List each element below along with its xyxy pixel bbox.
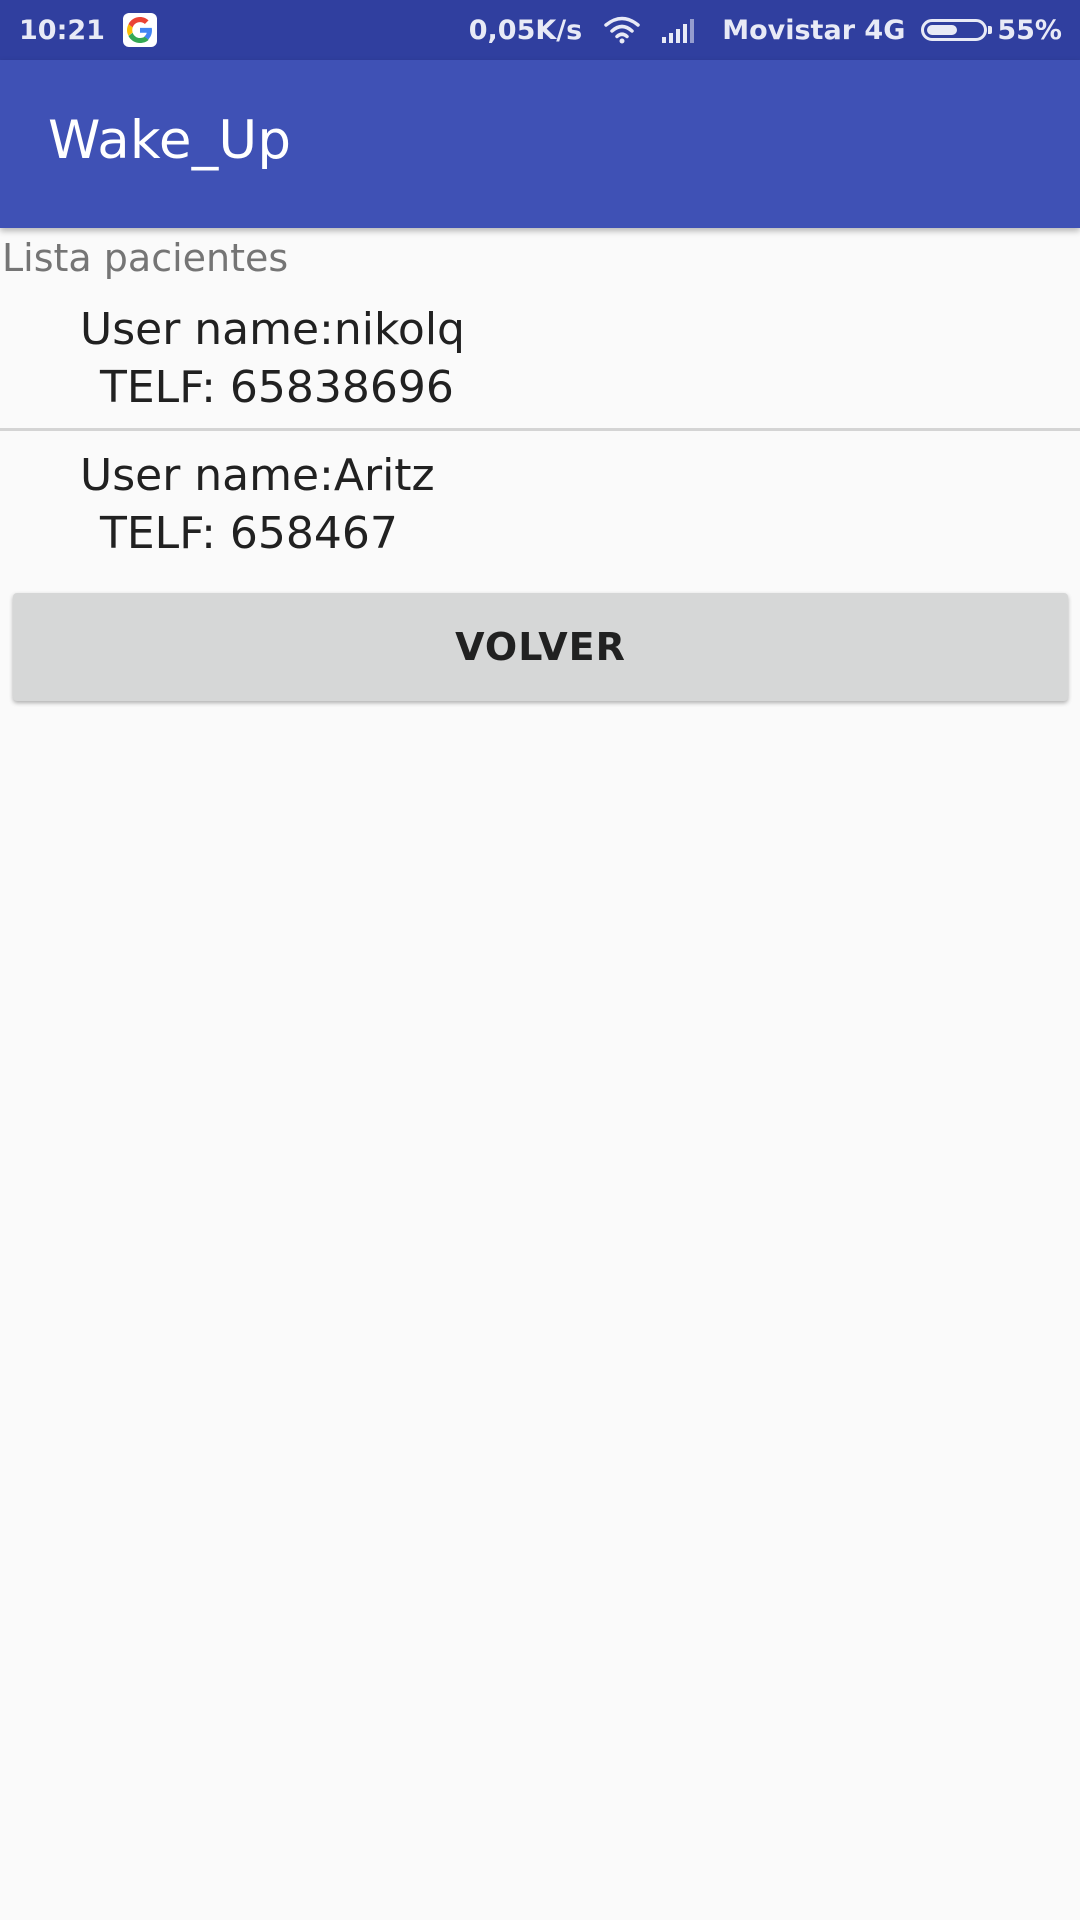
- status-time: 10:21: [19, 14, 105, 46]
- network-speed: 0,05K/s: [468, 14, 583, 46]
- wifi-icon: [604, 16, 640, 44]
- patient-phone: TELF: 65838696: [100, 362, 454, 413]
- app-title: Wake_Up: [48, 110, 292, 171]
- patient-username: User name:Aritz: [80, 450, 435, 501]
- battery-icon: [921, 19, 993, 41]
- list-caption: Lista pacientes: [2, 236, 289, 280]
- status-bar: 10:21 0,05K/s Movistar 4G 55%: [0, 0, 1080, 60]
- volver-button[interactable]: VOLVER: [13, 593, 1068, 701]
- battery-percent: 55%: [997, 14, 1062, 46]
- patient-phone: TELF: 658467: [100, 508, 398, 559]
- patient-username: User name:nikolq: [80, 304, 465, 355]
- list-divider: [0, 428, 1080, 431]
- signal-icon: [662, 17, 700, 43]
- patient-list-item[interactable]: User name:nikolq TELF: 65838696: [0, 300, 1080, 445]
- google-icon: [122, 13, 157, 47]
- app-bar: Wake_Up: [0, 60, 1080, 228]
- patient-list-item[interactable]: User name:Aritz TELF: 658467: [0, 446, 1080, 591]
- carrier-label: Movistar 4G: [722, 14, 906, 46]
